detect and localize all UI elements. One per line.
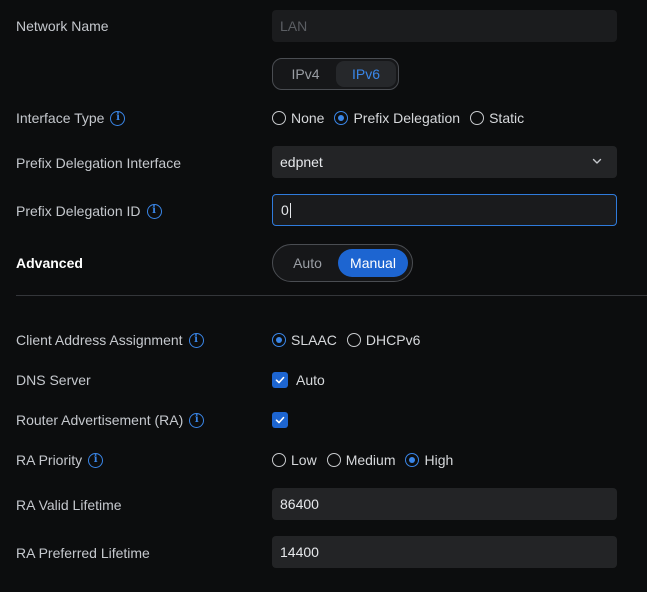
ipv4-tab[interactable]: IPv4 [275, 61, 336, 87]
radio-none-indicator[interactable] [272, 111, 286, 125]
radio-low-indicator[interactable] [272, 453, 286, 467]
advanced-heading: Advanced [16, 255, 83, 271]
radio-slaac-indicator[interactable] [272, 333, 286, 347]
router-advertisement-label-text: Router Advertisement (RA) [16, 412, 184, 428]
info-icon[interactable]: i [146, 203, 162, 219]
ra-preferred-lifetime-label-text: RA Preferred Lifetime [16, 545, 150, 561]
prefix-delegation-id-label-text: Prefix Delegation ID [16, 203, 141, 219]
prefix-delegation-id-label: Prefix Delegation ID i [16, 203, 162, 219]
radio-high-indicator[interactable] [405, 453, 420, 467]
radio-medium[interactable]: Medium [326, 452, 396, 468]
radio-static-indicator[interactable] [470, 111, 485, 125]
info-icon[interactable]: i [88, 452, 104, 468]
ra-valid-lifetime-label: RA Valid Lifetime [16, 497, 122, 513]
radio-low-label: Low [291, 452, 317, 468]
ra-preferred-lifetime-input[interactable]: 14400 [272, 536, 617, 568]
section-divider [16, 295, 647, 296]
ra-priority-radio-group: Low Medium High [272, 452, 453, 468]
network-name-label-text: Network Name [16, 18, 109, 34]
checkmark-icon[interactable] [272, 412, 288, 428]
client-address-assignment-label: Client Address Assignment i [16, 332, 204, 348]
chevron-down-icon[interactable] [591, 155, 603, 167]
radio-dhcpv6-indicator[interactable] [346, 333, 361, 347]
radio-dhcpv6[interactable]: DHCPv6 [346, 332, 421, 348]
router-advertisement-checkbox[interactable] [272, 412, 288, 428]
info-icon[interactable]: i [189, 412, 205, 428]
checkmark-icon[interactable] [272, 372, 288, 388]
router-advertisement-label: Router Advertisement (RA) i [16, 412, 205, 428]
interface-type-radio-group: None Prefix Delegation Static [272, 110, 524, 126]
ra-priority-label-text: RA Priority [16, 452, 83, 468]
info-icon[interactable]: i [110, 110, 126, 126]
interface-type-label-text: Interface Type [16, 110, 105, 126]
ra-preferred-lifetime-label: RA Preferred Lifetime [16, 545, 150, 561]
dns-server-label: DNS Server [16, 372, 91, 388]
ra-valid-lifetime-value: 86400 [280, 496, 319, 512]
network-name-value: LAN [280, 18, 308, 34]
ra-preferred-lifetime-value: 14400 [280, 544, 319, 560]
ra-valid-lifetime-input[interactable]: 86400 [272, 488, 617, 520]
radio-high-label: High [424, 452, 454, 468]
radio-slaac-label: SLAAC [291, 332, 337, 348]
radio-prefix-delegation-label: Prefix Delegation [353, 110, 461, 126]
info-icon[interactable]: i [188, 332, 204, 348]
interface-type-label: Interface Type i [16, 110, 126, 126]
radio-high[interactable]: High [405, 452, 453, 468]
prefix-delegation-id-value: 0 [281, 202, 289, 218]
advanced-mode-toggle: Auto Manual [272, 244, 413, 282]
prefix-delegation-interface-label-text: Prefix Delegation Interface [16, 155, 181, 171]
radio-none[interactable]: None [272, 110, 324, 126]
ipv6-tab[interactable]: IPv6 [335, 61, 396, 87]
prefix-delegation-interface-label: Prefix Delegation Interface [16, 155, 181, 171]
radio-medium-label: Medium [345, 452, 396, 468]
dns-server-auto-checkbox[interactable]: Auto [272, 372, 325, 388]
radio-medium-indicator[interactable] [326, 453, 341, 467]
radio-prefix-delegation-indicator[interactable] [334, 111, 349, 125]
ra-priority-label: RA Priority i [16, 452, 104, 468]
dns-server-label-text: DNS Server [16, 372, 91, 388]
auto-tab[interactable]: Auto [277, 249, 338, 277]
radio-static[interactable]: Static [470, 110, 524, 126]
radio-slaac[interactable]: SLAAC [272, 332, 337, 348]
advanced-heading-text: Advanced [16, 255, 83, 271]
prefix-delegation-id-input[interactable]: 0 [272, 194, 617, 226]
ip-version-toggle: IPv4 IPv6 [272, 58, 399, 90]
text-cursor [289, 202, 291, 218]
prefix-delegation-interface-value: edpnet [280, 154, 323, 170]
prefix-delegation-interface-select[interactable]: edpnet [272, 146, 617, 178]
network-name-label: Network Name [16, 18, 109, 34]
dns-server-auto-label: Auto [296, 372, 325, 388]
client-address-assignment-label-text: Client Address Assignment [16, 332, 183, 348]
radio-prefix-delegation[interactable]: Prefix Delegation [334, 110, 460, 126]
radio-none-label: None [291, 110, 325, 126]
radio-dhcpv6-label: DHCPv6 [365, 332, 421, 348]
radio-low[interactable]: Low [272, 452, 317, 468]
radio-static-label: Static [489, 110, 525, 126]
network-name-input: LAN [272, 10, 617, 42]
manual-tab[interactable]: Manual [338, 249, 408, 277]
ra-valid-lifetime-label-text: RA Valid Lifetime [16, 497, 122, 513]
client-address-radio-group: SLAAC DHCPv6 [272, 332, 420, 348]
